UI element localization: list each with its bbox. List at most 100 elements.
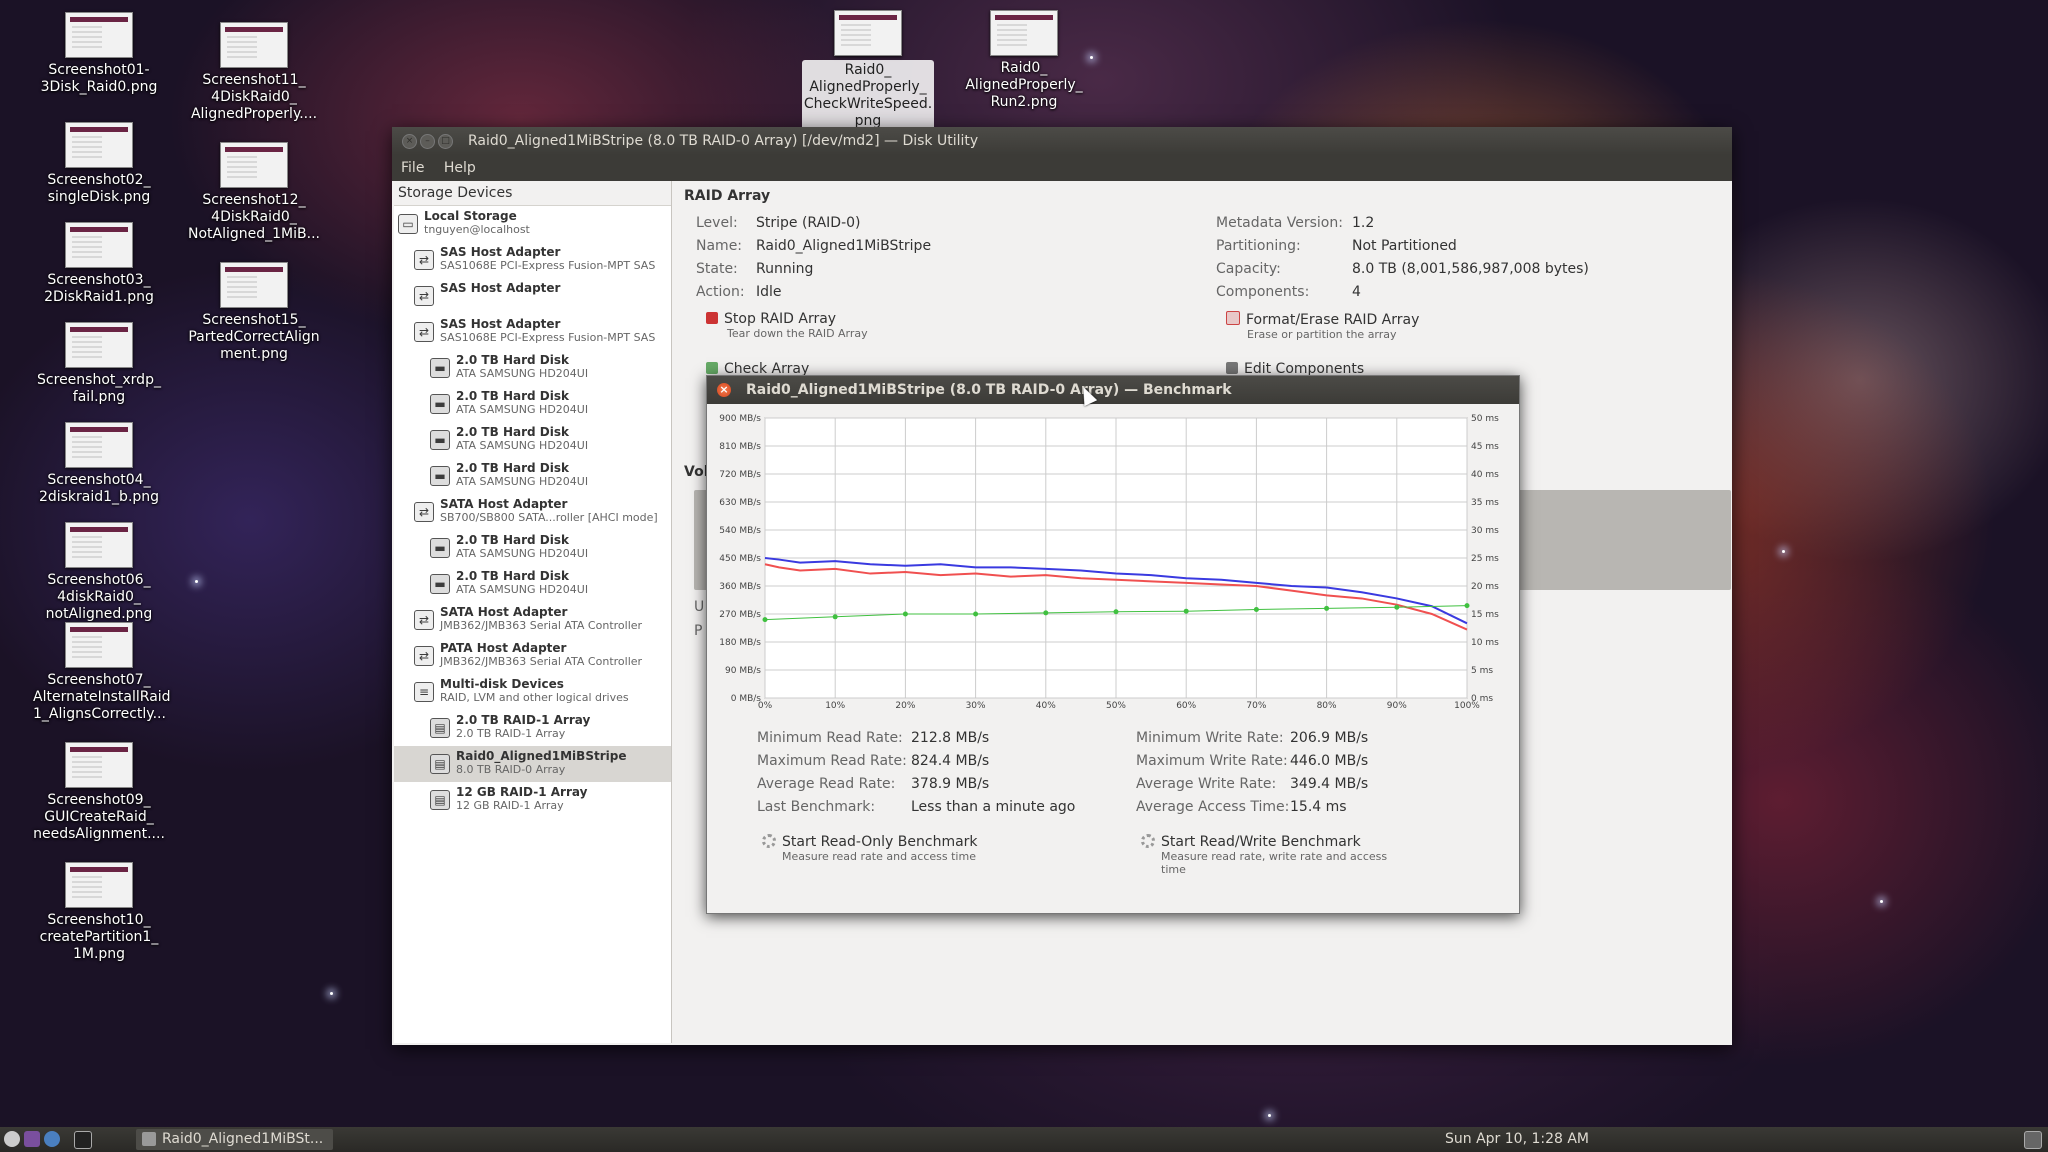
clock[interactable]: Sun Apr 10, 1:28 AM [1445, 1127, 1589, 1152]
adapter-icon: ⇄ [414, 286, 434, 306]
hard-disk-icon: ▬ [430, 466, 450, 486]
y-left-tick-label: 720 MB/s [719, 470, 761, 480]
x-tick-label: 10% [825, 701, 845, 710]
sidebar-item-label: 2.0 TB Hard Disk [456, 461, 569, 475]
desktop-file-label: Screenshot02_ singleDisk.png [47, 172, 151, 205]
trash-icon[interactable] [2024, 1131, 2042, 1149]
image-file-icon [65, 422, 133, 468]
desktop-file-icon[interactable]: Screenshot03_ 2DiskRaid1.png [33, 222, 165, 306]
y-right-tick-label: 20 ms [1471, 582, 1499, 592]
close-icon[interactable]: × [717, 383, 731, 397]
max-write-row: Maximum Write Rate: 446.0 MB/s [1136, 753, 1368, 769]
sidebar-item-device[interactable]: ⇄ SAS Host Adapter SAS1068E PCI-Express Fu… [394, 242, 671, 278]
desktop-file-icon[interactable]: Screenshot09_ GUICreateRaid_ needsAlignm… [33, 742, 165, 843]
desktop-file-icon[interactable]: Screenshot15_ PartedCorrectAlign ment.pn… [188, 262, 320, 363]
desktop-file-icon[interactable]: Screenshot10_ createPartition1_ 1M.png [33, 862, 165, 963]
sidebar-item-device[interactable]: ▬ 2.0 TB Hard Disk ATA SAMSUNG HD204UI [394, 458, 671, 494]
browser-icon[interactable] [44, 1131, 60, 1147]
dialog-titlebar[interactable]: × Raid0_Aligned1MiBStripe (8.0 TB RAID-0… [707, 376, 1519, 404]
image-file-icon [65, 862, 133, 908]
min-read-row: Minimum Read Rate: 212.8 MB/s [757, 730, 989, 746]
format-raid-button[interactable]: Format/Erase RAID Array Erase or partiti… [1226, 311, 1419, 341]
stop-raid-button[interactable]: Stop RAID Array Tear down the RAID Array [706, 311, 868, 340]
desktop-file-icon[interactable]: Screenshot04_ 2diskraid1_b.png [33, 422, 165, 506]
usage-label: U [694, 599, 705, 615]
menu-file[interactable]: File [401, 160, 424, 176]
last-benchmark-row: Last Benchmark: Less than a minute ago [757, 799, 1075, 815]
sidebar-item-device[interactable]: ▬ 2.0 TB Hard Disk ATA SAMSUNG HD204UI [394, 530, 671, 566]
taskbar-window-button[interactable]: Raid0_Aligned1MiBSt... [136, 1129, 334, 1150]
last-benchmark-value: Less than a minute ago [911, 799, 1076, 815]
sidebar-item-device[interactable]: ▤ 2.0 TB RAID-1 Array 2.0 TB RAID-1 Array [394, 710, 671, 746]
sidebar-item-device[interactable]: ≡ Multi-disk Devices RAID, LVM and other l… [394, 674, 671, 710]
gear-icon [1141, 834, 1155, 848]
sidebar-item-device[interactable]: ▭ Local Storage tnguyen@localhost [394, 206, 671, 242]
sidebar-item-device[interactable]: ⇄ SAS Host Adapter SAS1068E PCI-Express Fu… [394, 314, 671, 350]
sidebar-item-device[interactable]: ▬ 2.0 TB Hard Disk ATA SAMSUNG HD204UI [394, 422, 671, 458]
desktop-file-icon[interactable]: Screenshot02_ singleDisk.png [33, 122, 165, 206]
sidebar-item-device[interactable]: ⇄ SATA Host Adapter JMB362/JMB363 Serial A… [394, 602, 671, 638]
image-file-icon [220, 142, 288, 188]
sidebar-item-device[interactable]: ▬ 2.0 TB Hard Disk ATA SAMSUNG HD204UI [394, 386, 671, 422]
desktop-file-icon[interactable]: Raid0_ AlignedProperly_ CheckWriteSpeed.… [802, 10, 934, 132]
desktop-file-label: Screenshot07_ AlternateInstallRaid 1_Ali… [33, 672, 171, 722]
last-benchmark-label: Last Benchmark: [757, 799, 876, 815]
image-file-icon [65, 622, 133, 668]
name-row: Name: Raid0_Aligned1MiBStripe [696, 238, 931, 254]
sidebar-item-label: 2.0 TB Hard Disk [456, 569, 569, 583]
desktop-file-icon[interactable]: Screenshot_xrdp_ fail.png [33, 322, 165, 406]
desktop-file-label: Screenshot11_ 4DiskRaid0_ AlignedProperl… [190, 72, 318, 122]
capacity-value: 8.0 TB (8,001,586,987,008 bytes) [1352, 261, 1589, 277]
sidebar-item-device[interactable]: ▬ 2.0 TB Hard Disk ATA SAMSUNG HD204UI [394, 350, 671, 386]
stop-icon [706, 312, 718, 324]
star [195, 580, 198, 583]
star [1268, 1114, 1271, 1117]
format-raid-subtitle: Erase or partition the array [1247, 328, 1397, 341]
places-icon[interactable] [24, 1131, 40, 1147]
sidebar-item-device[interactable]: ⇄ SATA Host Adapter SB700/SB800 SATA...rol… [394, 494, 671, 530]
image-file-icon [220, 262, 288, 308]
desktop-file-icon[interactable]: Screenshot01- 3Disk_Raid0.png [33, 12, 165, 96]
storage-devices-panel: Storage Devices ▭ Local Storage tnguyen@lo… [394, 181, 672, 1043]
sidebar-item-description: ATA SAMSUNG HD204UI [456, 547, 589, 560]
maximize-icon[interactable]: □ [438, 134, 453, 149]
desktop-file-label: Raid0_ AlignedProperly_ Run2.png [965, 60, 1083, 110]
star [330, 992, 333, 995]
desktop-file-icon[interactable]: Screenshot12_ 4DiskRaid0_ NotAligned_1Mi… [188, 142, 320, 243]
x-tick-label: 80% [1317, 701, 1337, 710]
min-write-row: Minimum Write Rate: 206.9 MB/s [1136, 730, 1368, 746]
min-read-label: Minimum Read Rate: [757, 730, 903, 746]
min-read-value: 212.8 MB/s [911, 730, 990, 746]
desktop-file-icon[interactable]: Screenshot06_ 4diskRaid0_ notAligned.png [33, 522, 165, 623]
close-icon[interactable]: × [402, 134, 417, 149]
menu-help[interactable]: Help [444, 160, 476, 176]
metadata-label: Metadata Version: [1216, 215, 1343, 231]
y-left-tick-label: 0 MB/s [731, 694, 762, 704]
sidebar-item-device[interactable]: ⇄ SAS Host Adapter [394, 278, 671, 314]
sidebar-item-device[interactable]: ▬ 2.0 TB Hard Disk ATA SAMSUNG HD204UI [394, 566, 671, 602]
read-write-benchmark-button[interactable]: Start Read/Write Benchmark Measure read … [1141, 834, 1401, 876]
sidebar-item-device[interactable]: ⇄ PATA Host Adapter JMB362/JMB363 Serial A… [394, 638, 671, 674]
window-titlebar[interactable]: × – □ Raid0_Aligned1MiBStripe (8.0 TB RA… [392, 127, 1732, 155]
sidebar-item-label: SAS Host Adapter [440, 317, 561, 331]
desktop-file-icon[interactable]: Raid0_ AlignedProperly_ Run2.png [958, 10, 1090, 111]
minimize-icon[interactable]: – [420, 134, 435, 149]
partitioning-value: Not Partitioned [1352, 238, 1457, 254]
hard-disk-icon: ▬ [430, 358, 450, 378]
check-icon [706, 362, 718, 374]
image-file-icon [834, 10, 902, 56]
terminal-icon[interactable] [74, 1131, 92, 1149]
disk-utility-icon [142, 1132, 156, 1146]
access-time-row: Average Access Time:15.4 ms [1136, 799, 1347, 815]
sidebar-item-device[interactable]: ▤ Raid0_Aligned1MiBStripe 8.0 TB RAID-0 Ar… [394, 746, 671, 782]
edit-icon [1226, 362, 1238, 374]
sidebar-item-description: RAID, LVM and other logical drives [440, 691, 629, 704]
applications-icon[interactable] [4, 1131, 20, 1147]
read-only-benchmark-button[interactable]: Start Read-Only Benchmark Measure read r… [762, 834, 1022, 863]
sidebar-item-description: ATA SAMSUNG HD204UI [456, 403, 589, 416]
sidebar-item-label: 2.0 TB Hard Disk [456, 533, 569, 547]
desktop-file-icon[interactable]: Screenshot11_ 4DiskRaid0_ AlignedProperl… [188, 22, 320, 123]
desktop-file-icon[interactable]: Screenshot07_ AlternateInstallRaid 1_Ali… [33, 622, 171, 723]
hard-disk-icon: ▬ [430, 538, 450, 558]
sidebar-item-device[interactable]: ▤ 12 GB RAID-1 Array 12 GB RAID-1 Array [394, 782, 671, 818]
